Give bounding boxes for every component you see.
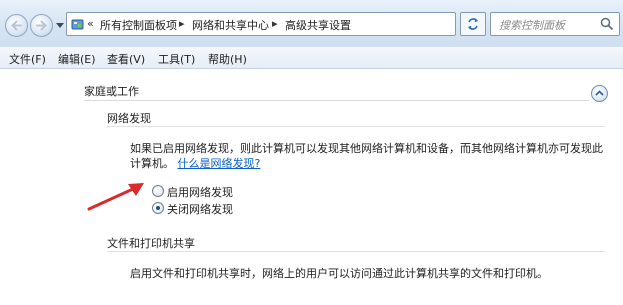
navigation-bar: « 所有控制面板项 ▸ 网络和共享中心 ▸ 高级共享设置 搜索控制面板 xyxy=(0,0,623,47)
breadcrumb-advanced-sharing[interactable]: 高级共享设置 xyxy=(285,17,351,33)
annotation-arrow-icon xyxy=(87,183,144,211)
breadcrumb-control-panel-items[interactable]: 所有控制面板项 xyxy=(100,17,177,33)
menu-view[interactable]: 查看(V) xyxy=(107,51,145,67)
what-is-network-discovery-link[interactable]: 什么是网络发现? xyxy=(178,157,261,170)
file-printer-sharing-title: 文件和打印机共享 xyxy=(107,237,195,250)
breadcrumb-network-sharing-center[interactable]: 网络和共享中心 xyxy=(192,17,269,33)
file-printer-sharing-description: 启用文件和打印机共享时，网络上的用户可以访问通过此计算机共享的文件和打印机。 xyxy=(130,267,548,280)
turn-off-network-discovery-radio[interactable] xyxy=(152,202,164,214)
search-placeholder: 搜索控制面板 xyxy=(499,19,565,32)
turn-on-network-discovery-label[interactable]: 启用网络发现 xyxy=(167,184,233,200)
advanced-sharing-settings: 家庭或工作 网络发现 如果已启用网络发现，则此计算机可以发现其他网络计算机和设备… xyxy=(0,69,623,305)
back-arrow-icon xyxy=(11,20,22,31)
network-discovery-divider xyxy=(107,126,605,127)
menu-bar: 文件(F) 编辑(E) 查看(V) 工具(T) 帮助(H) xyxy=(0,47,623,69)
refresh-button[interactable] xyxy=(460,12,486,36)
breadcrumb-separator-icon[interactable]: ▸ xyxy=(179,17,185,30)
turn-on-network-discovery-radio[interactable] xyxy=(152,185,164,197)
back-button[interactable] xyxy=(5,14,28,37)
file-printer-sharing-divider xyxy=(107,251,605,252)
menu-tools[interactable]: 工具(T) xyxy=(158,51,195,67)
profile-divider xyxy=(84,100,589,101)
control-panel-icon xyxy=(71,19,84,30)
network-discovery-description: 如果已启用网络发现，则此计算机可以发现其他网络计算机和设备，而其他网络计算机亦可… xyxy=(130,142,603,155)
network-discovery-description-end: 计算机。 xyxy=(130,157,174,170)
network-discovery-title: 网络发现 xyxy=(107,112,151,125)
breadcrumb-overflow-icon[interactable]: « xyxy=(87,17,94,30)
network-discovery-description-cont: 计算机。 什么是网络发现? xyxy=(130,155,260,171)
search-icon[interactable] xyxy=(600,17,614,31)
address-bar[interactable]: « 所有控制面板项 ▸ 网络和共享中心 ▸ 高级共享设置 xyxy=(66,12,516,36)
menu-help[interactable]: 帮助(H) xyxy=(208,51,247,67)
forward-arrow-icon xyxy=(36,20,47,31)
turn-off-network-discovery-label[interactable]: 关闭网络发现 xyxy=(167,201,233,217)
forward-button[interactable] xyxy=(30,14,53,37)
search-input[interactable]: 搜索控制面板 xyxy=(490,12,620,36)
breadcrumb-separator-icon[interactable]: ▸ xyxy=(272,17,278,30)
collapse-profile-button[interactable] xyxy=(591,85,608,102)
menu-file[interactable]: 文件(F) xyxy=(9,51,46,67)
refresh-icon xyxy=(468,18,478,30)
chevron-up-icon xyxy=(595,90,604,96)
recent-pages-dropdown-icon[interactable] xyxy=(56,23,64,28)
profile-header: 家庭或工作 xyxy=(84,85,139,98)
menu-edit[interactable]: 编辑(E) xyxy=(58,51,96,67)
